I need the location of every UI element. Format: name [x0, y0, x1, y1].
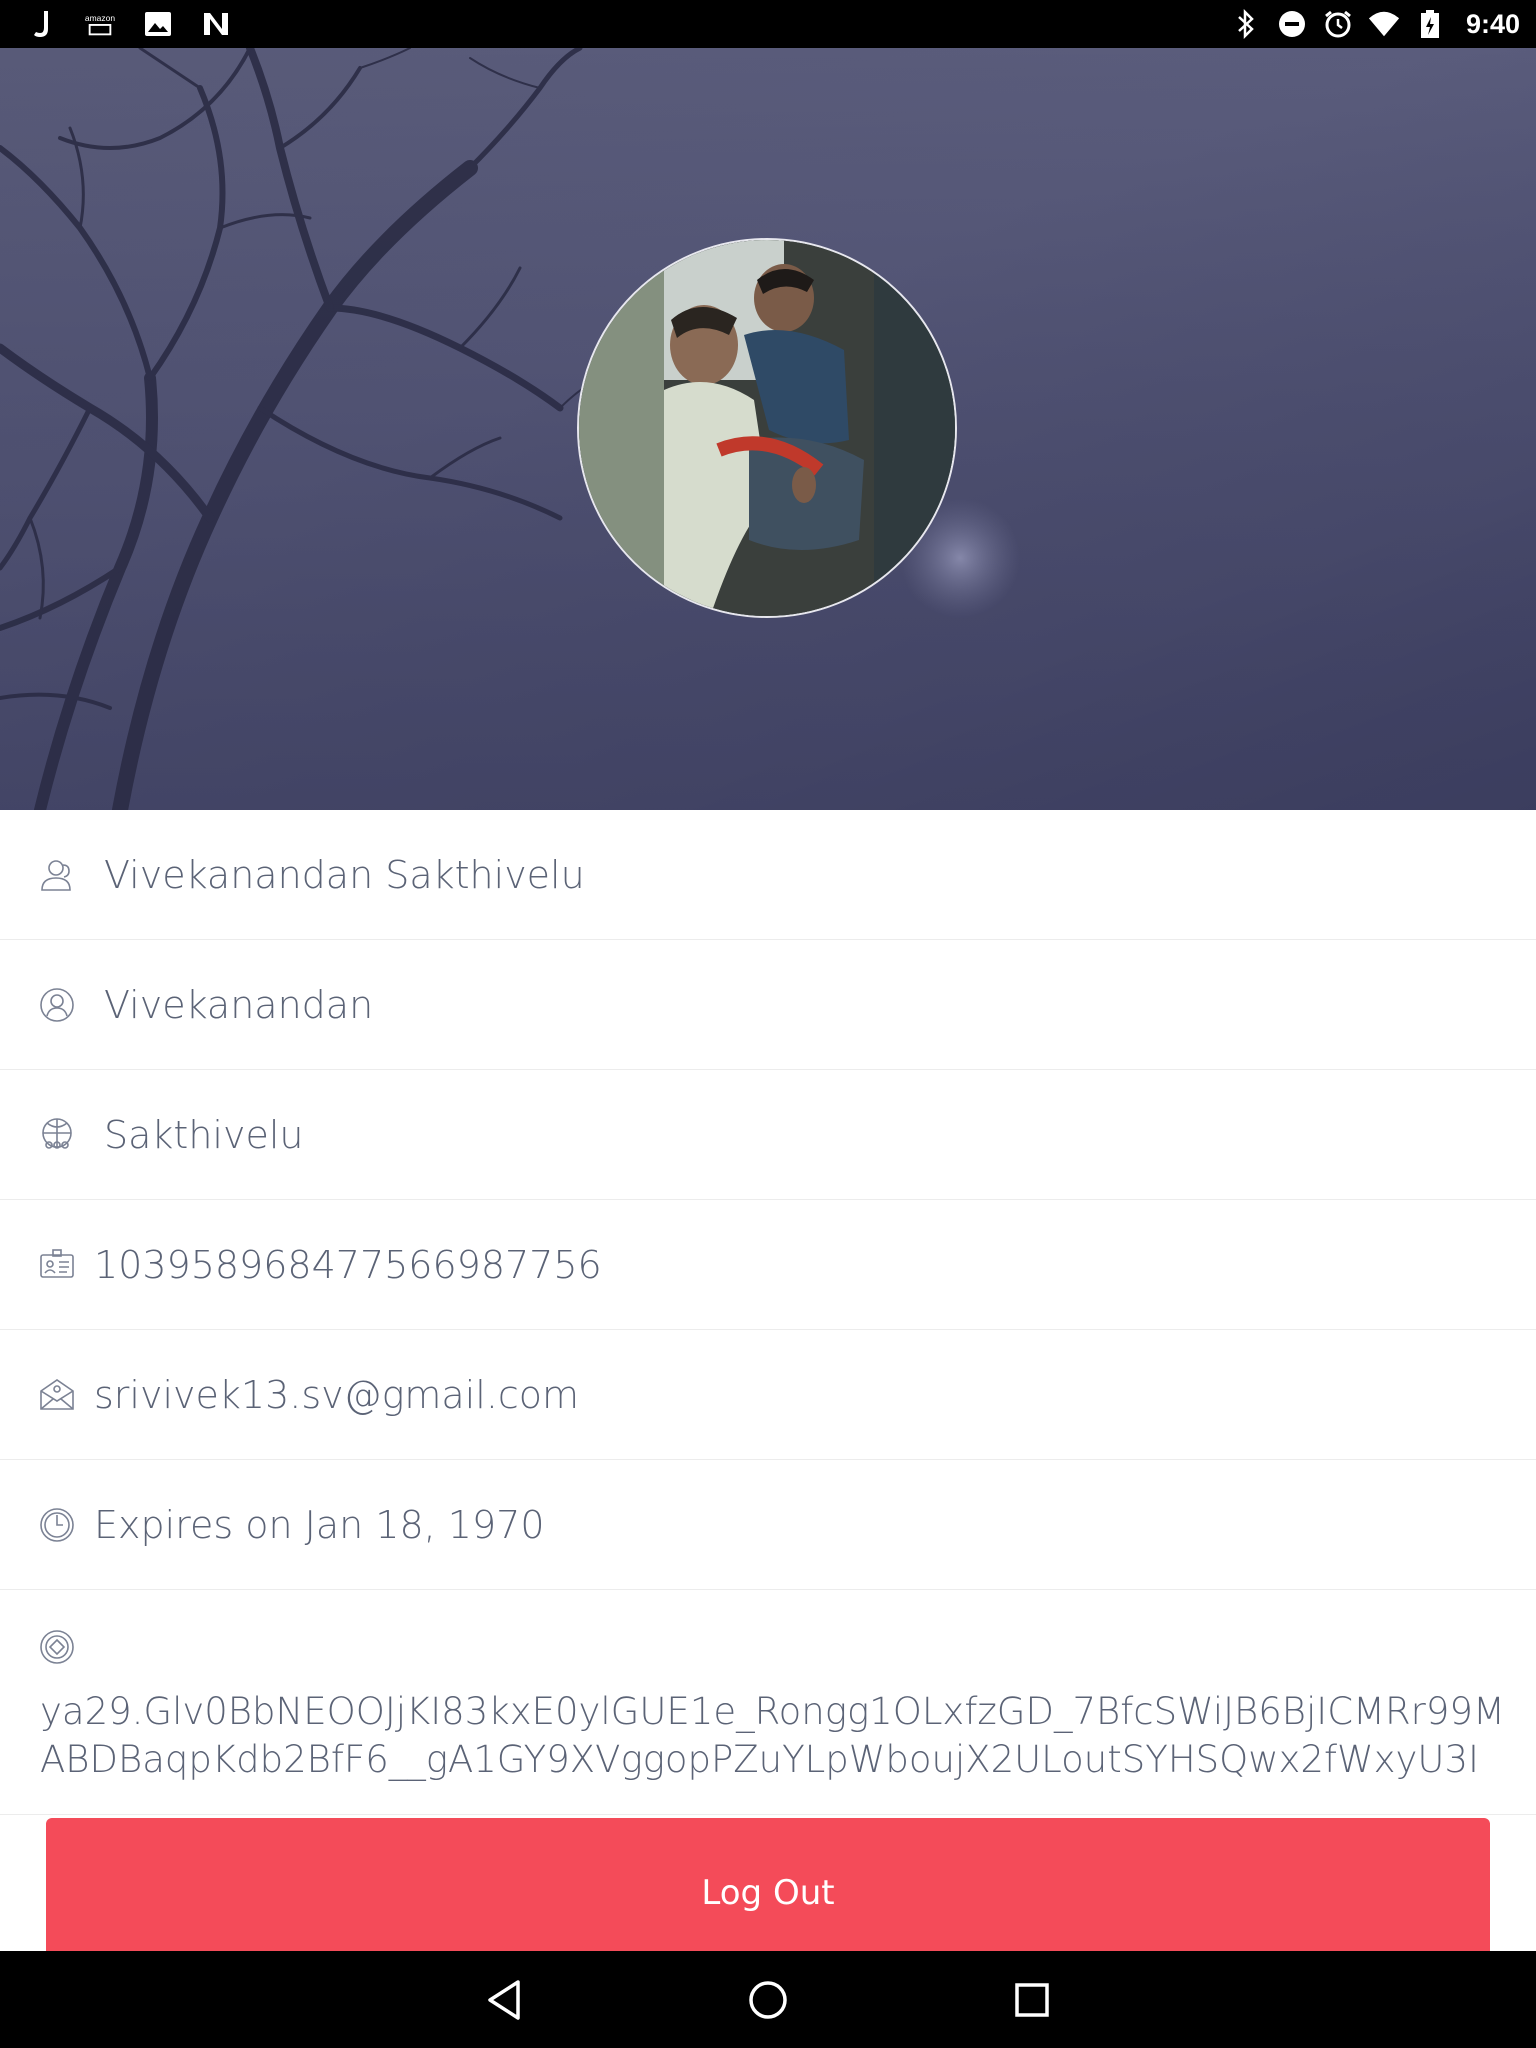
home-icon[interactable]	[744, 1976, 792, 2024]
do-not-disturb-icon	[1276, 8, 1308, 40]
token-text: ya29.Glv0BbNEOOJjKI83kxE0ylGUE1e_Rongg1O…	[40, 1690, 1505, 1781]
profile-avatar	[577, 238, 957, 618]
status-bar-right: 9:40	[1230, 0, 1536, 48]
profile-details-list: Vivekanandan Sakthivelu Vivekanandan Sak…	[0, 810, 1536, 1815]
status-bar: amazon 9:40	[0, 0, 1536, 48]
j-app-icon	[26, 8, 58, 40]
email-row: srivivek13.sv@gmail.com	[0, 1330, 1536, 1460]
wifi-icon	[1368, 8, 1400, 40]
image-icon	[142, 8, 174, 40]
logout-button[interactable]: Log Out	[46, 1818, 1490, 1968]
first-name-row: Vivekanandan	[0, 940, 1536, 1070]
email-text: srivivek13.sv@gmail.com	[94, 1372, 580, 1417]
avatar-photo	[579, 240, 955, 616]
last-name-text: Sakthivelu	[104, 1112, 304, 1157]
clock-icon	[38, 1506, 76, 1544]
svg-text:amazon: amazon	[85, 13, 115, 23]
battery-icon	[1414, 8, 1446, 40]
profile-header	[0, 48, 1536, 810]
users-icon	[38, 856, 76, 894]
amazon-icon: amazon	[84, 8, 116, 40]
user-id-row: 103958968477566987756	[0, 1200, 1536, 1330]
user-id-text: 103958968477566987756	[94, 1242, 602, 1287]
token-row: ya29.Glv0BbNEOOJjKI83kxE0ylGUE1e_Rongg1O…	[0, 1590, 1536, 1815]
last-name-row: Sakthivelu	[0, 1070, 1536, 1200]
recents-icon[interactable]	[1008, 1976, 1056, 2024]
alarm-icon	[1322, 8, 1354, 40]
navigation-bar	[0, 1951, 1536, 2048]
status-bar-left: amazon	[0, 0, 232, 48]
n-app-icon	[200, 8, 232, 40]
envelope-icon	[38, 1376, 76, 1414]
status-time: 9:40	[1465, 8, 1520, 39]
globe-users-icon	[38, 1116, 76, 1154]
bluetooth-icon	[1230, 8, 1262, 40]
first-name-text: Vivekanandan	[104, 982, 374, 1027]
full-name-row: Vivekanandan Sakthivelu	[0, 810, 1536, 940]
user-icon	[38, 986, 76, 1024]
expiry-text: Expires on Jan 18, 1970	[94, 1502, 545, 1547]
id-card-icon	[38, 1246, 76, 1284]
token-icon	[38, 1628, 76, 1666]
full-name-text: Vivekanandan Sakthivelu	[104, 852, 585, 897]
back-icon[interactable]	[480, 1976, 528, 2024]
expiry-row: Expires on Jan 18, 1970	[0, 1460, 1536, 1590]
